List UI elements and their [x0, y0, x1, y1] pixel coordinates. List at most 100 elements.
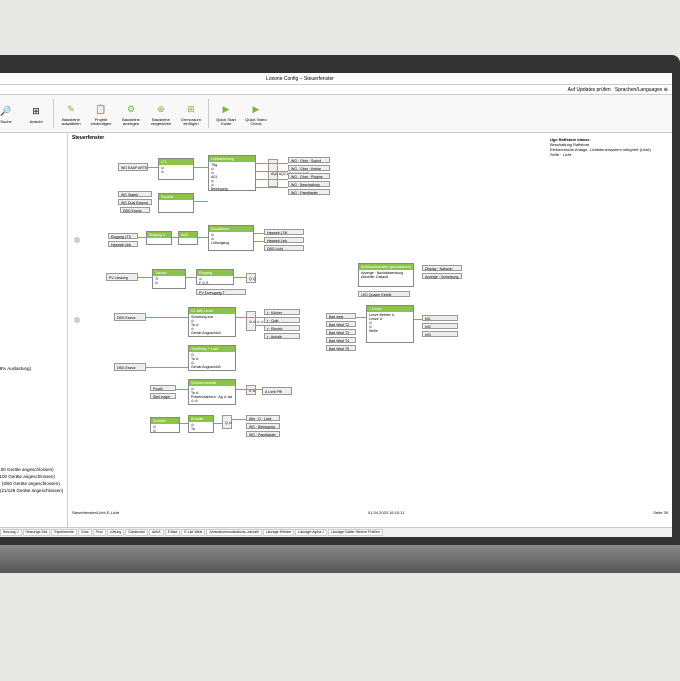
function-block[interactable]: WG · Bewegung — [246, 423, 280, 429]
function-block[interactable]: TrackerTr⊙ — [152, 269, 186, 289]
tree-item[interactable]: ...ung — [0, 178, 65, 185]
function-block[interactable]: Essable — [158, 193, 194, 213]
function-block[interactable]: WG Stateü — [118, 191, 152, 197]
toolbar-btn-6[interactable]: ⚙Bausteine anzeigen — [117, 97, 145, 131]
tree-item[interactable]: er Geräte angeschlossen) — [0, 444, 65, 451]
function-block[interactable]: Q Q — [246, 273, 256, 283]
tree-item[interactable] — [0, 336, 65, 343]
toolbar-btn-2[interactable]: 🔎Suche — [0, 97, 20, 131]
function-block[interactable]: Q ⊙ — [222, 415, 232, 429]
function-block[interactable]: WG · Beschattung — [288, 181, 330, 187]
tree-item[interactable]: ...gänge — [0, 408, 65, 415]
tree-item[interactable] — [0, 171, 65, 178]
function-block[interactable]: WG · Paneltaster — [246, 431, 280, 437]
function-block[interactable]: Türöffners + Licht⊙Ta ⊙⊙Gerald Auguschlu… — [188, 345, 236, 371]
page-tab[interactable]: Läurage·Hilfcket — [263, 529, 294, 536]
tree-item[interactable] — [0, 300, 65, 307]
tree-item[interactable]: ...gruppen — [0, 430, 65, 437]
function-block[interactable]: Haswab Link — [108, 241, 138, 247]
toolbar-btn-9[interactable]: ▶Quick Start Guide — [212, 97, 240, 131]
function-block[interactable]: Bad West T5 — [326, 345, 356, 351]
tree-item[interactable] — [0, 423, 65, 430]
function-block[interactable]: A Licht Pfff — [262, 387, 292, 395]
function-block[interactable]: WG · Gbar · Kreise — [288, 165, 330, 171]
tree-item[interactable] — [0, 142, 65, 149]
function-block[interactable]: WG · Gbar · Sound — [288, 157, 330, 163]
toolbar-btn-5[interactable]: 📋Projekt eindeutigen — [87, 97, 115, 131]
tree-item[interactable]: ...gänge — [0, 379, 65, 386]
page-tab[interactable]: Heizungs-Seit — [23, 529, 51, 536]
function-block[interactable]: b92 — [422, 323, 458, 329]
function-block[interactable]: LT1⊙⊙ — [158, 158, 194, 180]
function-block[interactable]: Stell eviger — [150, 393, 176, 399]
function-block[interactable]: LichtsteuerungT5g⊙⊙A01⊙⊙Bewegung — [208, 155, 256, 191]
tree-item[interactable]: ...ates via App — [0, 279, 65, 286]
tree-item[interactable]: ...Überwachung — [0, 193, 65, 200]
function-block[interactable]: LED Quader Eintritt — [358, 291, 410, 297]
function-block[interactable]: DBG Licht — [264, 245, 304, 251]
tree-item[interactable] — [0, 214, 65, 221]
function-block[interactable]: Hasweb LT/K — [264, 229, 304, 235]
tree-item[interactable]: ...gänge — [0, 394, 65, 401]
tree-item[interactable]: .RC6 (Loxone Tree Extension) (20/100 Ger… — [0, 473, 65, 480]
page-tab[interactable]: AlerA — [149, 529, 164, 536]
page-tab[interactable]: E-Bad — [165, 529, 181, 536]
page-tab[interactable]: Gras — [78, 529, 92, 536]
tree-item[interactable] — [0, 200, 65, 207]
tree-item[interactable]: ...ahrung — [0, 185, 65, 192]
toolbar-btn-7[interactable]: ⊕Bausteine vergleichen — [147, 97, 175, 131]
function-block[interactable]: Anzeige · Vorheizung — [422, 273, 462, 279]
function-block[interactable]: WG · Paneltaster — [288, 189, 330, 195]
function-block[interactable]: Eingang⊙F ⊙ S — [196, 269, 234, 285]
tree-item[interactable]: ...gänge — [0, 387, 65, 394]
function-block[interactable]: WG EAAP ART5 — [118, 163, 148, 171]
tree-item[interactable] — [0, 315, 65, 322]
tree-item[interactable]: RC6 (Loxone Tree Extension) (72/100 Gerä… — [0, 466, 65, 473]
function-block[interactable]: Schalter⊙⊙ — [150, 417, 180, 433]
page-tab[interactable]: Läurage·Alpha J — [295, 529, 327, 536]
function-block[interactable]: Schaller⊙Ta — [188, 415, 214, 433]
function-block[interactable]: t · Köcher — [264, 309, 300, 315]
function-block[interactable]: DBG Essviz — [114, 363, 146, 371]
function-block[interactable]: t · Electric — [264, 325, 300, 331]
function-block[interactable]: Display · Nabavin — [422, 265, 462, 271]
toolbar-btn-4[interactable]: ✎Bausteine auswählen — [57, 97, 85, 131]
bottom-tabs[interactable]: AHU DisplayRaffstorHeizung· JHeizung·JHe… — [0, 527, 672, 537]
tree-item[interactable]: ...Kommunikation — [0, 415, 65, 422]
tree-item[interactable] — [0, 372, 65, 379]
tree-item[interactable] — [0, 322, 65, 329]
tree-item[interactable] — [0, 329, 65, 336]
tree-item[interactable]: ...ig ändern — [0, 286, 65, 293]
function-block[interactable]: DBG Essviz — [120, 207, 150, 213]
function-block[interactable]: Bad West T4 — [326, 337, 356, 343]
update-link[interactable]: Auf Updates prüfen — [568, 87, 611, 93]
programming-canvas[interactable]: Steuerfenster Uge Raffstore klasse Besch… — [68, 133, 672, 527]
function-block[interactable]: Bad West T2 — [326, 321, 356, 327]
tree-item[interactable] — [0, 236, 65, 243]
function-block[interactable]: IO-Jaffr-LenzeSchaltung aus⊙Ta ⊙⊙Gerald … — [188, 307, 236, 337]
function-block[interactable]: t · Quib — [264, 317, 300, 323]
tree-item[interactable] — [0, 351, 65, 358]
function-block[interactable]: Finalü — [150, 385, 176, 391]
tree-item[interactable] — [0, 164, 65, 171]
function-block[interactable]: Bad West T3 — [326, 329, 356, 335]
tree-item[interactable] — [0, 343, 65, 350]
page-tab[interactable]: E-List·West — [181, 529, 205, 536]
tree-item[interactable] — [0, 264, 65, 271]
function-block[interactable]: DBG Essviz — [114, 313, 146, 321]
function-block[interactable]: Schallleisen⊙⊙Lüftungslog — [208, 225, 254, 251]
page-tab[interactable]: Experimente — [51, 529, 77, 536]
page-tab[interactable]: Lüftung — [107, 529, 125, 536]
tree-item[interactable] — [0, 207, 65, 214]
tree-item[interactable] — [0, 149, 65, 156]
function-block[interactable]: PV Leistung — [106, 273, 138, 281]
tree-item[interactable]: ...erwaltung — [0, 228, 65, 235]
function-block[interactable]: Schalterzentrale⊙Ta ⊙Präsenzkamera · Ag … — [188, 379, 236, 405]
page-tab[interactable]: Pool — [93, 529, 106, 536]
page-tab[interactable]: Zentralkommunikations-Jobzahl — [206, 529, 261, 536]
function-block[interactable]: Schlüsselschalter (geschlossen)Anzeige ·… — [358, 263, 414, 287]
page-tab[interactable]: Garderobe — [125, 529, 148, 536]
tree-item[interactable]: ...gänge — [0, 401, 65, 408]
function-block[interactable]: PV Erzeugung T — [196, 289, 246, 295]
lang-link[interactable]: Sprachen/Languages — [615, 87, 663, 93]
